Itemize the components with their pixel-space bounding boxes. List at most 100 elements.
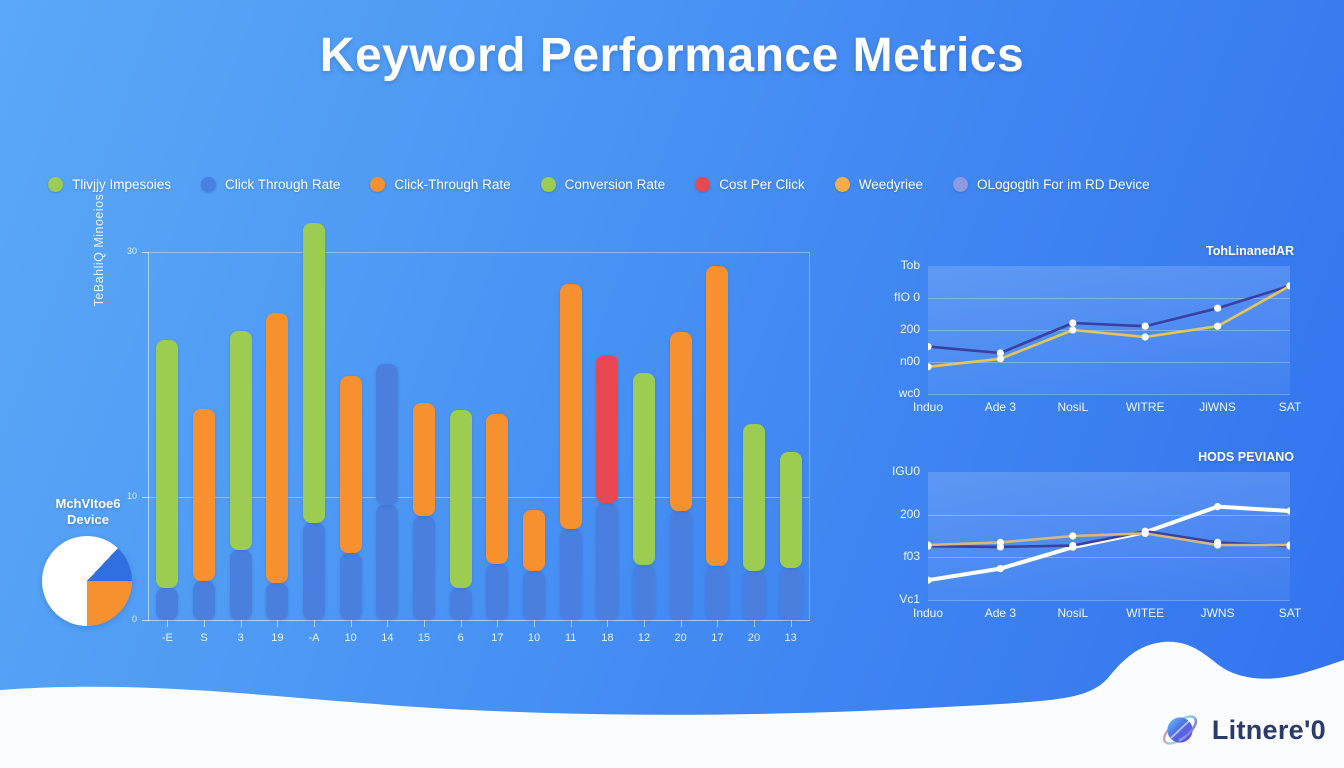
legend-item[interactable]: Conversion Rate <box>540 176 666 192</box>
data-point-marker[interactable] <box>996 565 1004 573</box>
y-axis-tick-label: Tob <box>900 258 920 272</box>
line-series-path <box>928 284 1290 369</box>
x-axis-tick <box>607 620 609 627</box>
bar-segment-top <box>486 413 509 564</box>
data-point-marker[interactable] <box>1069 319 1077 327</box>
x-axis-tick <box>534 620 535 627</box>
gridline <box>149 252 809 253</box>
data-point-marker[interactable] <box>1214 503 1222 511</box>
bar-segment-top <box>413 402 435 516</box>
bar-segment-base <box>633 564 655 620</box>
y-axis-tick <box>142 252 149 253</box>
data-point-marker[interactable] <box>928 343 932 351</box>
x-axis-tick-label: WITRE <box>1125 400 1165 414</box>
bar-segment-top <box>779 451 802 569</box>
bar-segment-top <box>303 222 325 524</box>
x-axis-tick <box>424 620 425 627</box>
bar-segment-base <box>339 552 362 620</box>
main-bar-chart: 0 10 30 -E S 3 19 -A 10 14 15 6 17 10 11 18 12 20 17 20 13 <box>127 222 810 644</box>
line-series-layer <box>928 282 1290 371</box>
legend-label: Cost Per Click <box>719 176 805 192</box>
legend-item[interactable]: Tlivjjy Impesoies <box>48 176 171 192</box>
y-axis-tick-label: n00 <box>899 354 920 368</box>
data-point-marker[interactable] <box>1141 322 1149 330</box>
legend-color-dot-icon <box>48 176 63 192</box>
legend-color-dot-icon <box>540 176 556 192</box>
bar-segment-top <box>559 283 582 530</box>
y-axis-tick-label: 200 <box>899 322 920 336</box>
gridline <box>928 600 1290 601</box>
y-axis-tick-label: 30 <box>126 246 137 256</box>
data-point-marker[interactable] <box>1286 507 1290 515</box>
legend-item[interactable]: OLogogtih For im RD Device <box>953 176 1150 192</box>
x-axis-tick-label: NosiL <box>1057 606 1089 620</box>
y-axis-tick <box>142 620 149 621</box>
data-point-marker[interactable] <box>1141 333 1149 341</box>
bar-segment-base <box>376 504 399 620</box>
bar-segment-base <box>523 570 545 620</box>
chart-legend: Tlivjjy Impesoies Click Through Rate Click… <box>48 171 1308 197</box>
legend-label: Weedyriee <box>858 176 924 192</box>
bar-segment-top <box>156 340 179 589</box>
pie-chart-label: MchVItoe6 Device <box>26 496 150 528</box>
x-axis-tick-label: WITEE <box>1126 606 1165 620</box>
pie-chart-graphic <box>42 536 132 626</box>
legend-color-dot-icon <box>201 176 217 192</box>
x-axis-tick <box>460 620 462 627</box>
line-chart-top-title: TohLinanedAR <box>1206 244 1294 258</box>
infographic-canvas: Keyword Performance Metrics Tlivjjy Impe… <box>0 0 1344 768</box>
data-point-marker[interactable] <box>928 576 932 584</box>
line-chart-bottom: HODS PEVIANO IGU0 200 f03 Vc1 Induo Ade 3 Nosi… <box>868 450 1301 635</box>
data-point-marker[interactable] <box>1069 326 1077 334</box>
y-axis-tick-label: Vc1 <box>899 592 920 606</box>
legend-item[interactable]: Cost Per Click <box>695 176 805 192</box>
data-point-marker[interactable] <box>1069 532 1077 540</box>
legend-item[interactable]: Click-Through Rate <box>370 176 511 192</box>
bar-segment-top <box>743 423 765 571</box>
line-chart-bottom-title: HODS PEVIANO <box>1198 450 1294 464</box>
bar-segment-base <box>193 580 215 620</box>
legend-item[interactable]: Click Through Rate <box>201 176 341 192</box>
data-point-marker[interactable] <box>928 363 932 371</box>
y-axis-tick-label: wc0 <box>898 386 920 400</box>
x-axis-tick <box>240 620 242 627</box>
x-axis-tick <box>277 620 279 627</box>
bar-segment-top <box>449 410 472 589</box>
x-axis-tick <box>204 620 205 627</box>
bar-segment-top <box>523 509 545 571</box>
bar-segment-top <box>266 313 289 584</box>
legend-color-dot-icon <box>695 176 711 192</box>
x-axis-tick-label: Induo <box>912 400 944 414</box>
legend-color-dot-icon <box>370 176 386 192</box>
bar-segment-base <box>413 515 435 620</box>
data-point-marker[interactable] <box>1214 304 1222 312</box>
line-chart-top: TohLinanedAR Tob fIO 0 200 n00 wc0 Induo Ade 3… <box>868 244 1301 429</box>
bar-segment-top <box>669 331 692 511</box>
x-axis-tick <box>790 620 792 627</box>
data-point-marker[interactable] <box>1214 322 1222 330</box>
x-axis-tick-label: Ade 3 <box>984 400 1017 414</box>
y-axis-tick-label: 200 <box>899 506 920 521</box>
x-axis-tick <box>680 620 682 627</box>
bar-segment-base <box>303 523 325 620</box>
mobile-device-pie-chart: MchVItoe6 Device <box>26 496 150 626</box>
planet-icon <box>1162 715 1197 745</box>
x-axis-tick <box>570 620 572 627</box>
bar-segment-base <box>779 568 802 620</box>
line-series-path <box>928 284 1290 355</box>
x-axis-tick-label: JWNS <box>1200 606 1235 620</box>
bar-segment-base <box>596 503 619 620</box>
legend-label: Click Through Rate <box>225 176 341 192</box>
data-point-marker[interactable] <box>996 355 1004 363</box>
legend-item[interactable]: Weedyriee <box>834 176 924 192</box>
data-point-marker[interactable] <box>996 538 1004 546</box>
bar-segment-base <box>266 583 289 620</box>
x-axis-tick <box>350 620 352 627</box>
bar-segment-top <box>706 265 729 567</box>
data-point-marker[interactable] <box>1069 542 1077 550</box>
x-axis-tick <box>314 620 315 627</box>
bar-segment-top <box>339 375 362 553</box>
data-point-marker[interactable] <box>1214 541 1222 549</box>
legend-label: Conversion Rate <box>564 176 666 192</box>
data-point-marker[interactable] <box>1141 529 1149 537</box>
